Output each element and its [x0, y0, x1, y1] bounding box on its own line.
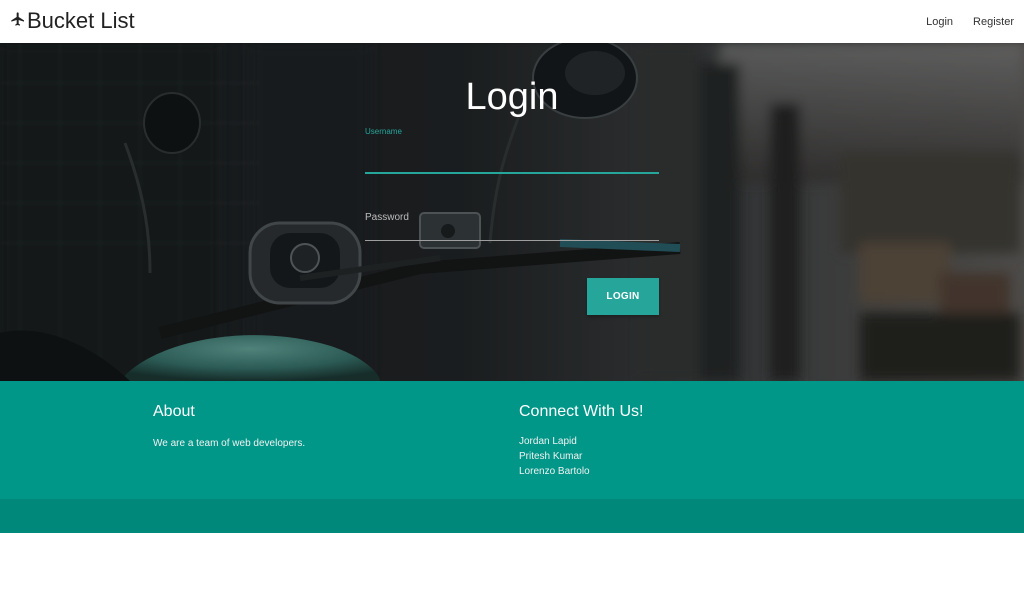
member-item: Pritesh Kumar — [519, 451, 583, 462]
brand-logo[interactable]: Bucket List — [10, 8, 135, 34]
about-heading: About — [153, 403, 195, 420]
password-placeholder: Password — [365, 212, 409, 223]
footer-copyright-bar — [0, 499, 1024, 533]
login-button[interactable]: LOGIN — [587, 278, 659, 315]
hero-section: Login Username Password LOGIN — [0, 43, 1024, 381]
nav-register-link[interactable]: Register — [973, 16, 1014, 28]
username-underline — [365, 172, 659, 174]
footer-about: About We are a team of web developers. — [153, 402, 305, 451]
about-text: We are a team of web developers. — [153, 438, 306, 449]
member-list: Jordan Lapid Pritesh Kumar Lorenzo Barto… — [519, 434, 643, 479]
password-underline — [365, 240, 659, 241]
footer-connect: Connect With Us! Jordan Lapid Pritesh Ku… — [519, 402, 643, 479]
navbar: Bucket List Login Register — [0, 0, 1024, 43]
username-label: Username — [365, 127, 402, 136]
brand-title: Bucket List — [27, 8, 135, 33]
airplane-icon — [10, 11, 27, 32]
password-field[interactable]: Password — [365, 203, 659, 241]
username-field[interactable]: Username — [365, 127, 659, 174]
nav-links: Login Register — [906, 0, 1014, 43]
login-title: Login — [465, 76, 559, 118]
member-item: Lorenzo Bartolo — [519, 466, 590, 477]
member-item: Jordan Lapid — [519, 436, 577, 447]
nav-login-link[interactable]: Login — [926, 16, 953, 28]
footer: About We are a team of web developers. C… — [0, 381, 1024, 499]
connect-heading: Connect With Us! — [519, 403, 644, 420]
